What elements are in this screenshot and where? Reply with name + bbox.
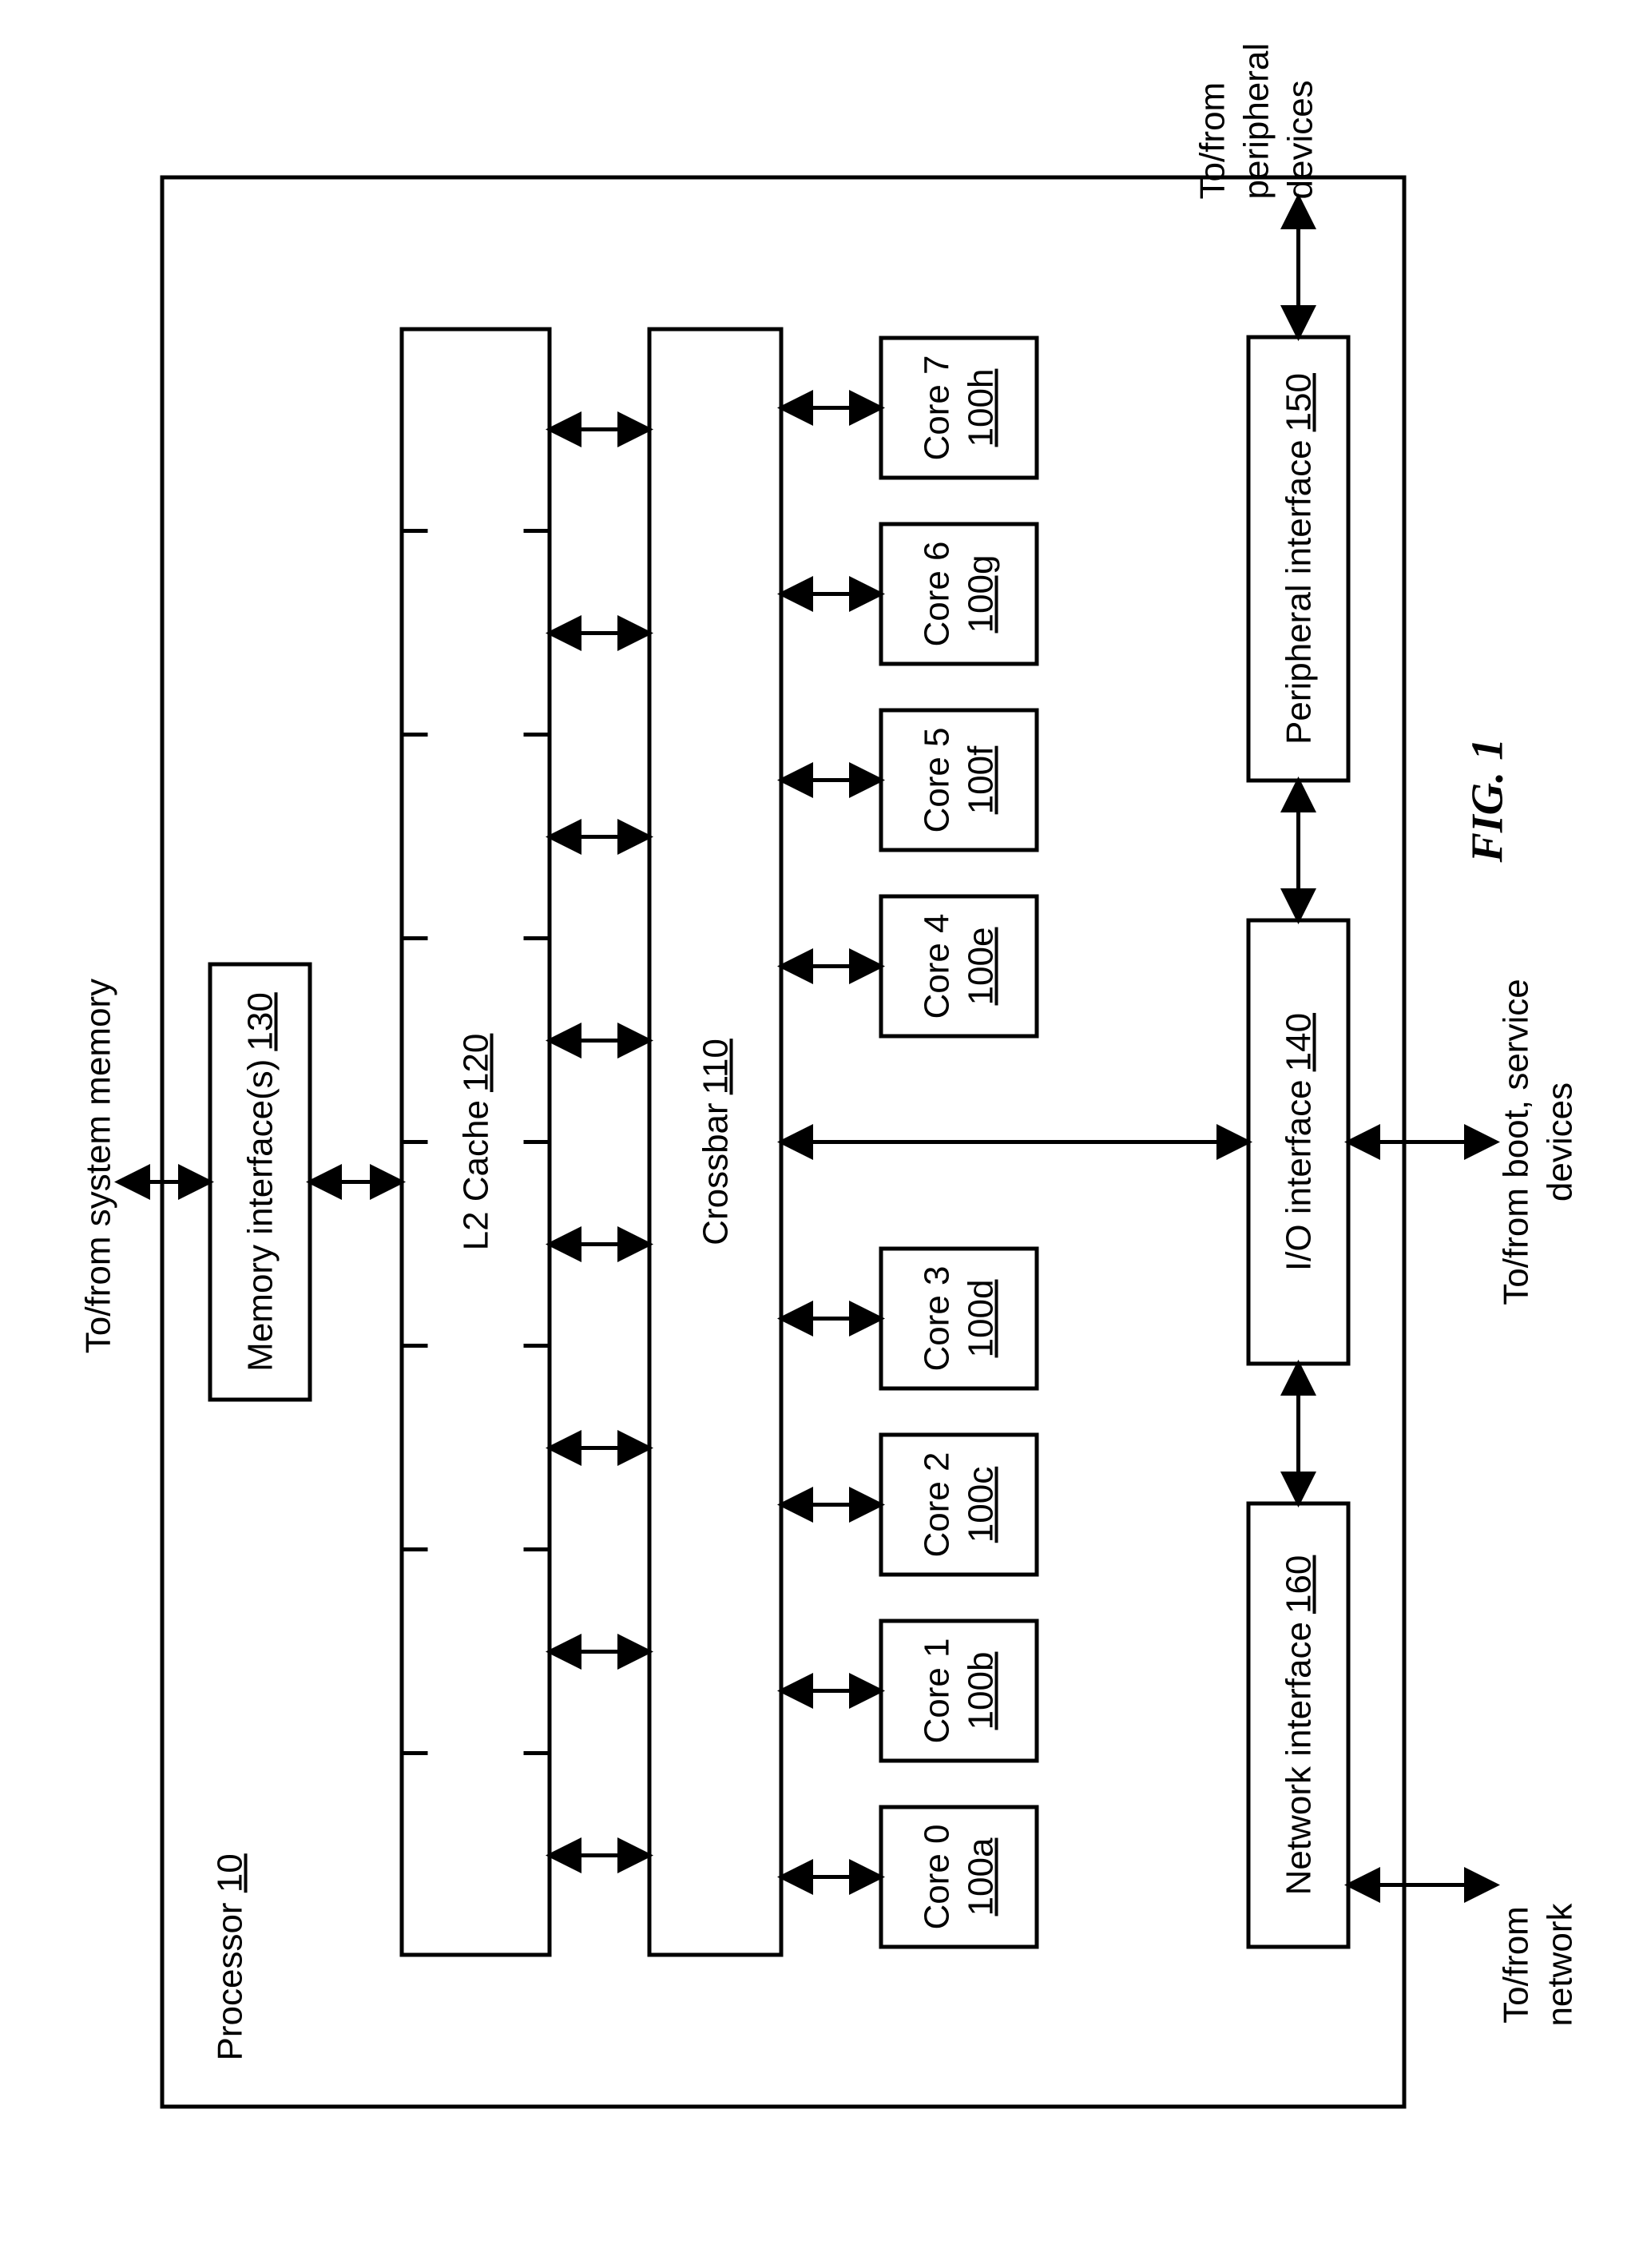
core-6-box: Core 6 100g [879,522,1038,665]
l2-cache-ref: 120 [454,1033,498,1091]
figure-caption: FIG. 1 [1462,737,1513,862]
core-0-ref: 100a [958,1837,1002,1916]
processor-ref: 10 [210,1853,249,1893]
crossbar-box: Crossbar 110 [647,327,783,1956]
memory-interface-ref: 130 [238,992,282,1051]
l2-cache-label: L2 Cache [454,1100,498,1250]
core-6-label: Core 6 [915,541,958,646]
ext-network-label: To/from network [1494,1861,1582,2068]
core-1-box: Core 1 100b [879,1619,1038,1762]
l2-cache-box: L2 Cache 120 [399,327,551,1956]
core-7-ref: 100h [958,368,1002,447]
io-interface-label: I/O interface [1276,1079,1320,1271]
processor-label: Processor 10 [208,1853,252,2060]
core-0-box: Core 0 100a [879,1805,1038,1948]
core-4-ref: 100e [958,927,1002,1005]
core-5-ref: 100f [958,745,1002,814]
processor-label-text: Processor [210,1902,249,2060]
io-interface-ref: 140 [1276,1012,1320,1070]
core-6-ref: 100g [958,554,1002,633]
ext-memory-text: To/from system memory [78,978,117,1352]
core-4-box: Core 4 100e [879,894,1038,1038]
core-7-label: Core 7 [915,355,958,460]
io-interface-box: I/O interface 140 [1246,918,1350,1365]
ext-peripheral-text: To/from peripheral devices [1193,42,1320,199]
core-3-label: Core 3 [915,1265,958,1371]
core-2-box: Core 2 100c [879,1432,1038,1576]
ext-network-text: To/from network [1496,1903,1579,2026]
core-4-label: Core 4 [915,913,958,1019]
core-1-label: Core 1 [915,1638,958,1743]
core-2-label: Core 2 [915,1452,958,1557]
peripheral-interface-ref: 150 [1276,373,1320,431]
core-0-label: Core 0 [915,1824,958,1929]
ext-memory-label: To/from system memory [76,942,120,1389]
core-3-ref: 100d [958,1279,1002,1357]
core-3-box: Core 3 100d [879,1246,1038,1390]
network-interface-label: Network interface [1276,1622,1320,1895]
peripheral-interface-box: Peripheral interface 150 [1246,335,1350,782]
ext-boot-label: To/from boot, service devices [1494,958,1582,1325]
memory-interface-label: Memory interface(s) [238,1059,282,1371]
core-7-box: Core 7 100h [879,336,1038,479]
ext-boot-text: To/from boot, service devices [1496,979,1579,1305]
network-interface-ref: 160 [1276,1555,1320,1613]
ext-peripheral-label: To/from peripheral devices [1190,0,1322,199]
network-interface-box: Network interface 160 [1246,1501,1350,1948]
figure-caption-text: FIG. 1 [1462,737,1512,862]
core-5-label: Core 5 [915,727,958,832]
core-5-box: Core 5 100f [879,708,1038,852]
core-1-ref: 100b [958,1651,1002,1730]
crossbar-ref: 110 [693,1039,737,1094]
memory-interface-box: Memory interface(s) 130 [208,962,312,1401]
peripheral-interface-label: Peripheral interface [1276,439,1320,745]
crossbar-label: Crossbar [693,1102,737,1245]
core-2-ref: 100c [958,1466,1002,1542]
